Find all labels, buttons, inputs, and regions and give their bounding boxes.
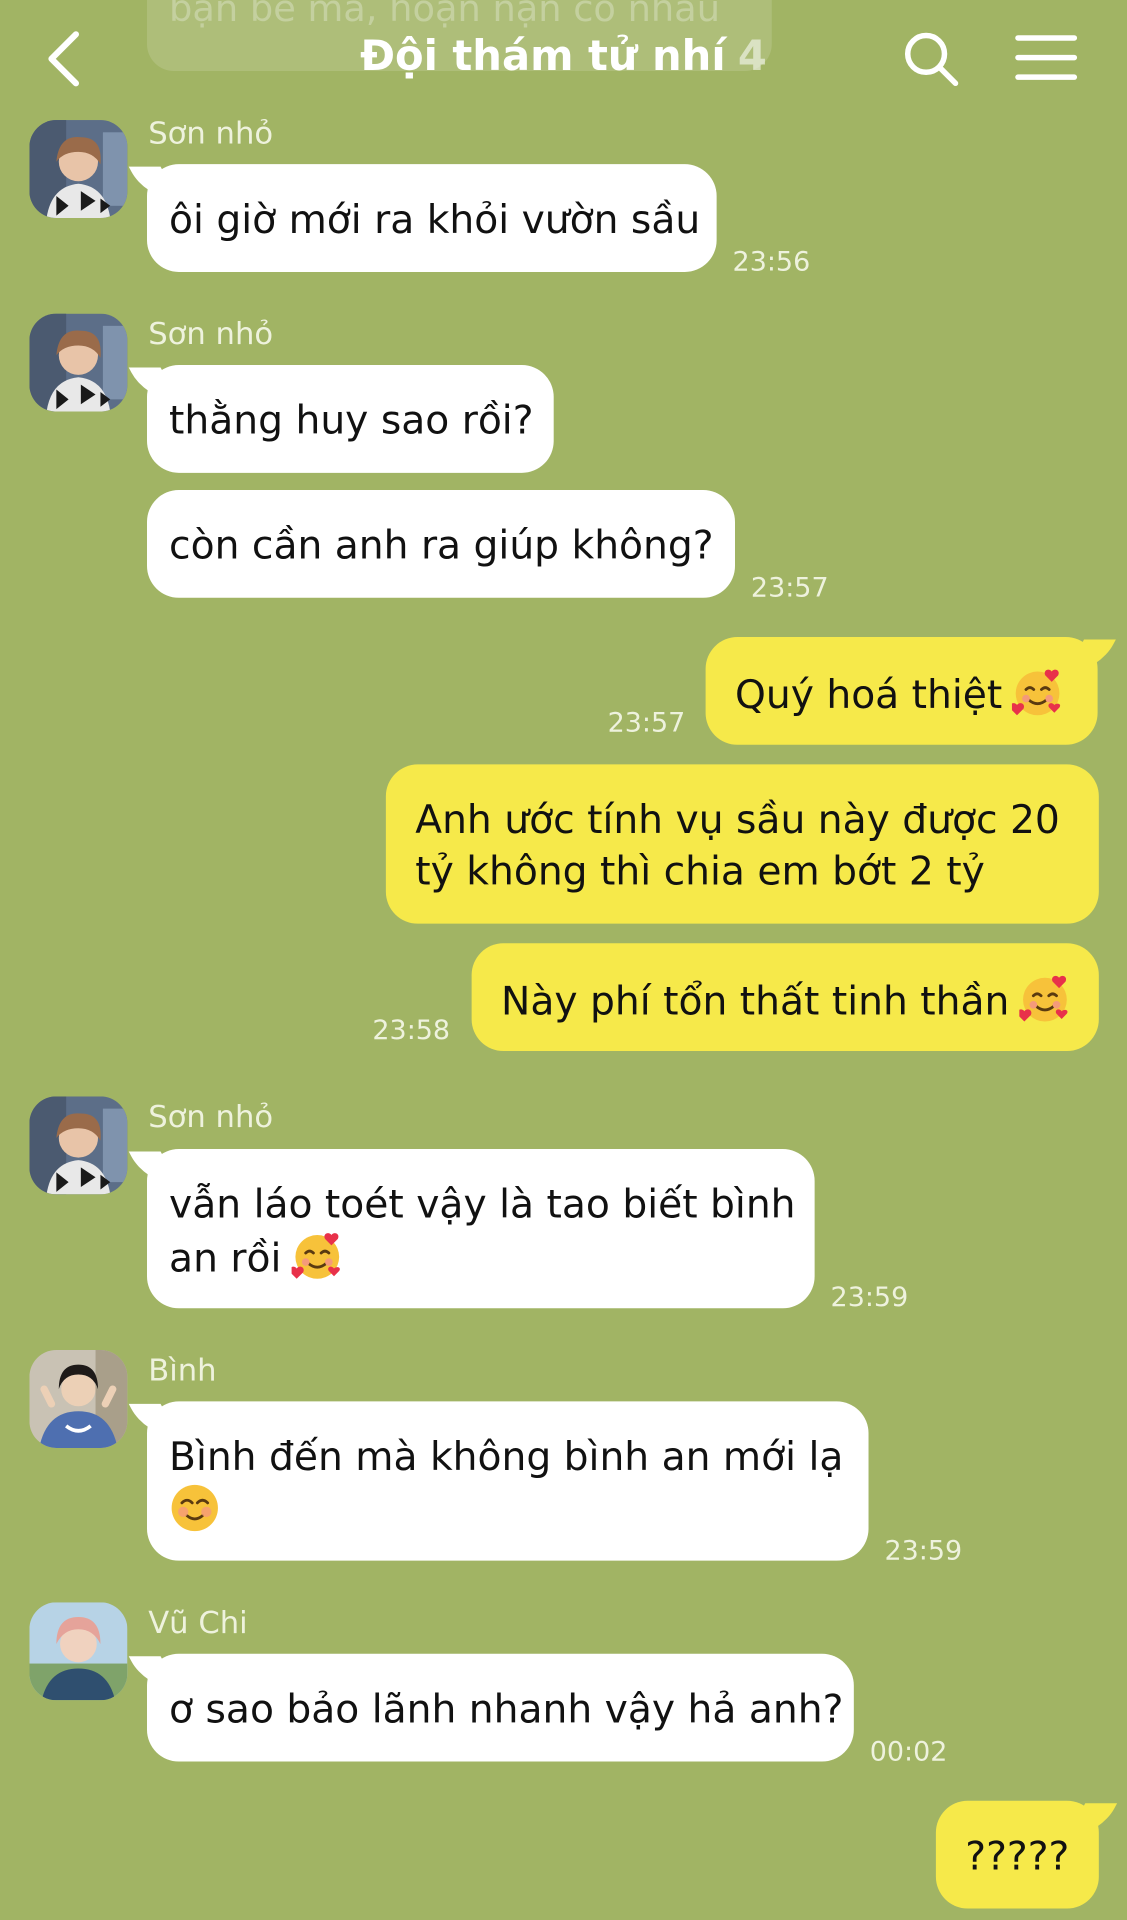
chat-header: bạn bè mà, hoạn nạn có nhau Đội thám tử … — [0, 0, 1127, 118]
message-bubble[interactable]: Này phí tổn thất tinh thần — [471, 943, 1099, 1052]
avatar-image — [29, 1602, 127, 1700]
message-text: tỷ không thì chia em bớt 2 tỷ — [415, 847, 985, 895]
message-text: Anh ước tính vụ sầu này được 20 — [415, 796, 1060, 843]
search-icon — [904, 32, 959, 87]
smiling-face-with-hearts-icon — [1012, 666, 1063, 717]
message-time: 23:57 — [607, 708, 686, 739]
message-bubble[interactable]: thằng huy sao rồi? — [147, 365, 554, 473]
search-button[interactable] — [902, 29, 961, 88]
message-text: Này phí tổn thất tinh thần — [501, 977, 1010, 1025]
message-text: Bình đến mà không bình an mới lạ — [169, 1433, 844, 1480]
message-text: còn cần anh ra giúp không? — [169, 521, 714, 569]
message-text: ????? — [965, 1832, 1070, 1880]
message-text: thằng huy sao rồi? — [169, 396, 534, 444]
sender-name: Vũ Chi — [148, 1604, 248, 1641]
message-text: ơ sao bảo lãnh nhanh vậy hả anh? — [169, 1685, 844, 1733]
avatar-image — [29, 314, 127, 412]
avatar-son-nho[interactable] — [29, 1096, 127, 1194]
sender-name: Sơn nhỏ — [148, 316, 274, 352]
avatar-son-nho[interactable] — [29, 120, 127, 218]
avatar-image — [29, 1096, 127, 1194]
hamburger-menu-icon — [1015, 35, 1078, 80]
message-text-row: Này phí tổn thất tinh thần — [501, 973, 1069, 1027]
message-bubble[interactable]: Bình đến mà không bình an mới lạ — [147, 1401, 869, 1561]
message-time: 23:57 — [750, 573, 829, 604]
menu-button[interactable] — [1014, 32, 1078, 83]
message-bubble[interactable]: còn cần anh ra giúp không? — [147, 490, 735, 598]
smiling-face-with-hearts-icon — [291, 1230, 342, 1281]
message-bubble[interactable]: ơ sao bảo lãnh nhanh vậy hả anh? — [147, 1653, 854, 1762]
message-text-row: Quý hoá thiệt — [735, 666, 1068, 720]
smiling-face-with-hearts-icon — [1019, 973, 1070, 1024]
avatar-image — [29, 120, 127, 218]
sender-name: Sơn nhỏ — [148, 115, 274, 151]
group-name: Đội thám tử nhí — [360, 31, 726, 81]
avatar-binh[interactable] — [29, 1350, 127, 1448]
message-time: 23:56 — [732, 247, 811, 279]
message-bubble[interactable]: Anh ước tính vụ sầu này được 20 tỷ không… — [385, 764, 1099, 924]
message-time: 23:58 — [372, 1015, 451, 1047]
avatar-vu-chi[interactable] — [29, 1602, 127, 1700]
message-bubble[interactable]: Quý hoá thiệt — [705, 637, 1098, 745]
avatar-image — [29, 1350, 127, 1448]
message-bubble[interactable]: ôi giờ mới ra khỏi vườn sầu — [147, 164, 717, 272]
message-text-row — [169, 1482, 846, 1536]
smiling-face-icon — [169, 1482, 220, 1533]
message-text: Quý hoá thiệt — [735, 671, 1003, 718]
message-bubble[interactable]: ????? — [935, 1800, 1099, 1909]
sender-name: Sơn nhỏ — [148, 1098, 274, 1135]
message-bubble[interactable]: vẫn láo toét vậy là tao biết bình an rồi — [147, 1149, 815, 1309]
member-count: 4 — [737, 31, 767, 81]
message-time: 23:59 — [884, 1536, 963, 1567]
message-text-row: an rồi — [169, 1230, 793, 1284]
message-text: vẫn láo toét vậy là tao biết bình — [169, 1180, 796, 1228]
previous-message-text: bạn bè mà, hoạn nạn có nhau — [169, 0, 721, 31]
message-time: 00:02 — [869, 1737, 948, 1768]
avatar-son-nho[interactable] — [29, 314, 127, 412]
message-text: an rồi — [169, 1234, 282, 1282]
message-time: 23:59 — [830, 1282, 909, 1314]
message-text: ôi giờ mới ra khỏi vườn sầu — [169, 196, 701, 243]
sender-name: Bình — [148, 1352, 217, 1388]
